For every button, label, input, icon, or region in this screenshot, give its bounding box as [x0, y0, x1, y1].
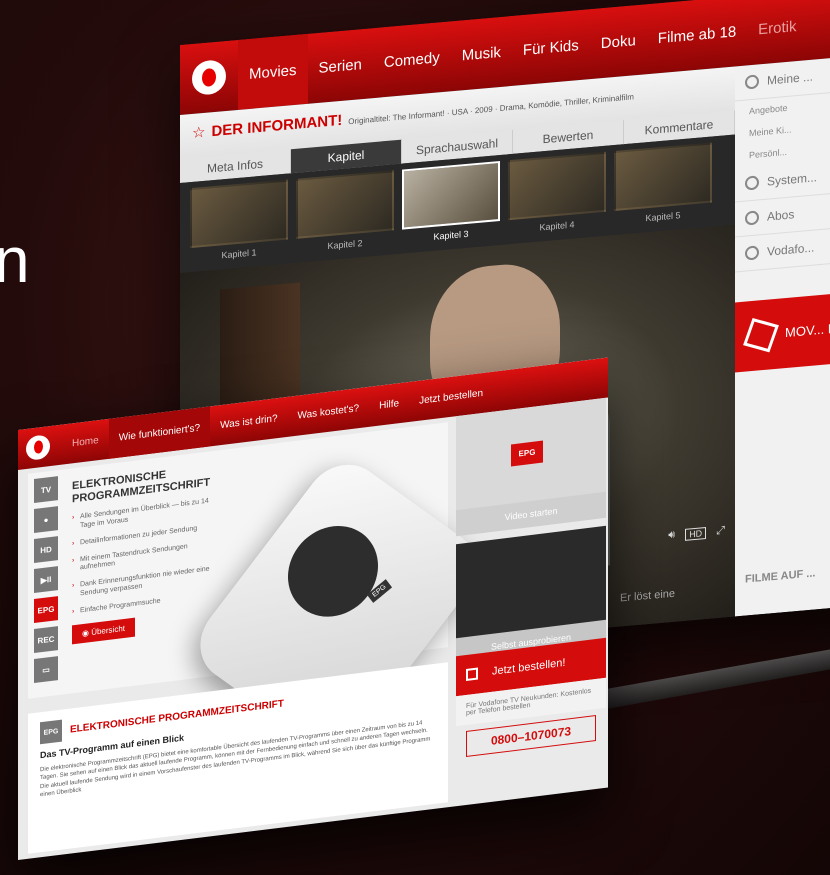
vodafone-icon [745, 245, 759, 261]
epg-badge: EPG [511, 440, 543, 467]
site-nav-wie-funktionierts[interactable]: Wie funktioniert's? [108, 406, 211, 459]
sidebar-label: System... [767, 170, 818, 189]
video-panel[interactable]: EPG Video starten [456, 397, 606, 537]
chapter-label: Kapitel 4 [539, 219, 575, 233]
media-icon[interactable]: ▭ [34, 656, 58, 684]
overview-label: Übersicht [91, 624, 125, 638]
vodafone-logo-icon[interactable] [26, 434, 50, 462]
epg-icon: EPG [40, 719, 62, 745]
site-nav-was-kostets[interactable]: Was kostet's? [288, 387, 370, 437]
chapter-label: Kapitel 1 [221, 247, 257, 261]
video-caption: Er löst eine [620, 587, 676, 605]
chapter-item[interactable]: Kapitel 4 [508, 151, 606, 245]
site-nav-was-ist-drin[interactable]: Was ist drin? [210, 397, 287, 447]
tv-nav-doku[interactable]: Doku [590, 4, 647, 79]
feature-iconbar: TV ● HD ▶II EPG REC ▭ [34, 476, 60, 689]
tv-stand [605, 646, 830, 710]
website-screen: Home Wie funktioniert's? Was ist drin? W… [18, 357, 608, 860]
tv-nav-erotik[interactable]: Erotik [747, 0, 807, 65]
chapter-item-selected[interactable]: Kapitel 3 [402, 161, 500, 254]
site-nav-hilfe[interactable]: Hilfe [369, 382, 409, 427]
chapter-thumbnail [614, 142, 712, 212]
feature-content: ELEKTRONISCHE PROGRAMMZEITSCHRIFT Alle S… [72, 462, 222, 645]
fullscreen-icon[interactable]: ⤢ [716, 524, 725, 538]
tv-icon[interactable]: TV [34, 476, 58, 504]
timeshift-icon[interactable]: ▶II [34, 566, 58, 594]
bag-icon [466, 667, 478, 681]
movie-meta: Originaltitel: The Informant! · USA · 20… [348, 92, 634, 127]
chapter-label: Kapitel 2 [327, 238, 363, 252]
backdrop-letter: n [0, 224, 30, 296]
sidebar-label: Abos [767, 207, 795, 224]
feature-panel: TV ● HD ▶II EPG REC ▭ ELEKTRONISCHE PROG… [28, 422, 492, 762]
check-icon [745, 175, 759, 191]
user-icon [745, 74, 759, 90]
epg-icon[interactable]: EPG [34, 596, 58, 624]
vodafone-logo-icon[interactable] [192, 58, 226, 96]
film-icon[interactable]: ● [34, 506, 58, 534]
hd-toggle[interactable]: HD [685, 526, 707, 541]
sidebar-label: Vodafo... [767, 240, 815, 259]
sidebar-footer: FILME AUF ... [745, 567, 816, 586]
movie-title: DER INFORMANT! [211, 111, 343, 141]
feature-list: Alle Sendungen im Überblick — bis zu 14 … [72, 496, 222, 616]
package-icon [743, 317, 779, 353]
volume-icon[interactable]: 🔊︎ [668, 529, 675, 543]
media-panels: EPG Video starten Selbst ausprobieren [456, 397, 606, 672]
tv-nav-filme-ab-18[interactable]: Filme ab 18 [647, 0, 747, 74]
promo-text: MOV... Pak... [785, 318, 830, 341]
promo-banner[interactable]: MOV... Pak... [735, 289, 830, 373]
chapter-label: Kapitel 3 [433, 228, 469, 242]
tv-nav-fuer-kids[interactable]: Für Kids [512, 9, 590, 86]
rec-icon[interactable]: REC [34, 626, 58, 654]
chapter-item[interactable]: Kapitel 5 [614, 142, 712, 235]
player-controls: 🔊︎ HD ⤢ [668, 524, 725, 542]
chapter-label: Kapitel 5 [645, 210, 681, 224]
tv-sidebar: Meine ... Angebote Meine Ki... Persönl..… [735, 53, 830, 617]
chapter-item[interactable]: Kapitel 1 [190, 179, 288, 273]
hd-icon[interactable]: HD [34, 536, 58, 564]
overview-button[interactable]: ◉ Übersicht [72, 618, 135, 645]
remote-control-image: EPG [184, 449, 492, 762]
site-nav-home[interactable]: Home [62, 419, 109, 465]
chapter-thumbnail [296, 170, 394, 239]
eye-icon: ◉ [82, 628, 92, 639]
tv-nav-movies[interactable]: Movies [238, 33, 308, 110]
sidebar-label: Meine ... [767, 69, 814, 88]
tv-nav-comedy[interactable]: Comedy [373, 21, 451, 98]
chapter-thumbnail [190, 179, 288, 249]
chapter-item[interactable]: Kapitel 2 [296, 170, 394, 263]
order-title: Jetzt bestellen! [492, 656, 566, 678]
star-icon[interactable]: ☆ [192, 123, 205, 142]
monitor-icon [745, 210, 759, 226]
tv-nav-musik[interactable]: Musik [451, 16, 512, 91]
order-box: Jetzt bestellen! Für Vodafone TV Neukund… [456, 637, 606, 796]
chapter-thumbnail [508, 151, 606, 221]
tv-nav-serien[interactable]: Serien [308, 28, 373, 104]
chapter-thumbnail [402, 161, 500, 230]
